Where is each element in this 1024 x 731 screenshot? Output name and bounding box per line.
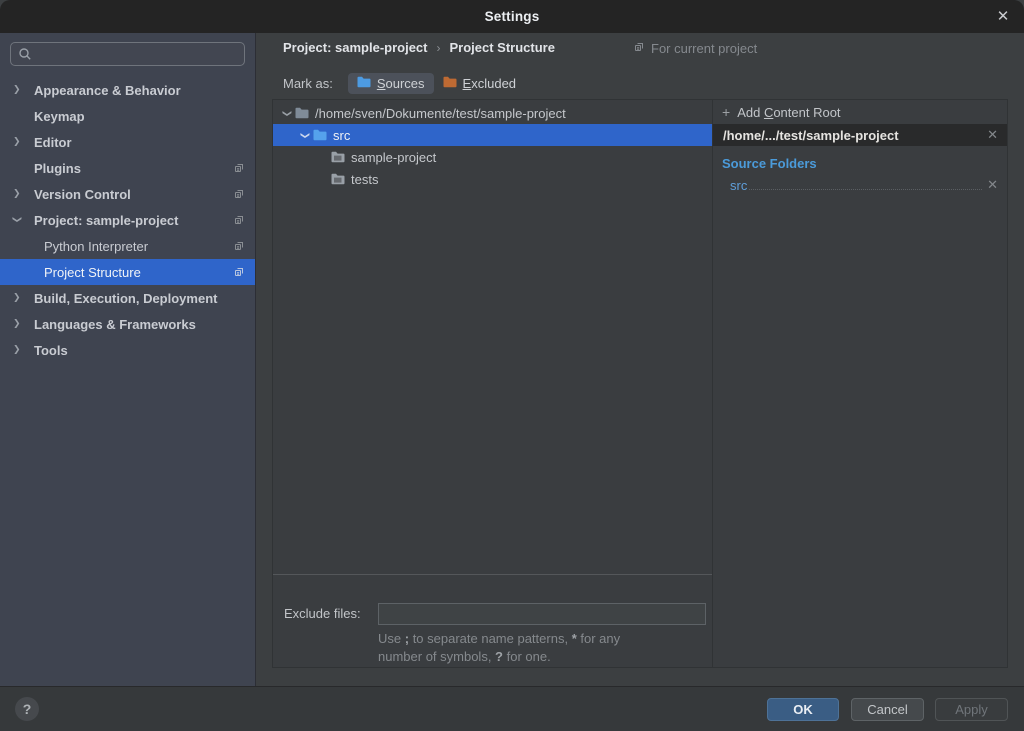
tree-row-tests[interactable]: tests [273,168,712,190]
mark-excluded-button[interactable]: Excluded [434,73,525,94]
mark-sources-label: Sources [377,76,425,91]
title-bar: Settings ✕ [0,0,1024,33]
sidebar-item-label: Project: sample-project [34,213,179,228]
tree-row-sample-project[interactable]: sample-project [273,146,712,168]
per-project-icon [633,41,645,56]
content-tree-column: ❯ /home/sven/Dokumente/test/sample-proje… [273,100,713,667]
sidebar-item-label: Languages & Frameworks [34,317,196,332]
breadcrumb-separator-icon: › [437,41,441,55]
source-folder-row[interactable]: src ✕ [730,175,998,193]
tree-row-label: sample-project [351,150,436,165]
sidebar-item-editor[interactable]: ❯ Editor [0,129,255,155]
sidebar-item-appearance-behavior[interactable]: ❯ Appearance & Behavior [0,77,255,103]
sidebar-item-label: Tools [34,343,68,358]
breadcrumb: Project: sample-project › Project Struct… [283,40,555,55]
remove-content-root-icon[interactable]: ✕ [987,127,998,143]
sidebar-item-tools[interactable]: ❯ Tools [0,337,255,363]
per-project-icon [233,240,245,255]
chevron-right-icon[interactable]: ❯ [13,292,25,303]
exclude-files-hint-line1: Use ; to separate name patterns, * for a… [378,630,620,648]
tree-row-label: src [333,128,350,143]
content-root-path: /home/.../test/sample-project [723,128,899,143]
tree-row-content-root[interactable]: ❯ /home/sven/Dokumente/test/sample-proje… [273,102,712,124]
close-icon[interactable]: ✕ [993,6,1013,26]
cancel-button[interactable]: Cancel [851,698,924,721]
per-project-icon [233,188,245,203]
sidebar-item-keymap[interactable]: Keymap [0,103,255,129]
dialog-title: Settings [485,9,540,24]
chevron-down-icon[interactable]: ❯ [279,108,295,119]
add-content-root-label: Add Content Root [737,105,840,120]
mark-as-toolbar: Mark as: Sources Excluded [283,73,525,94]
add-content-root-button[interactable]: + Add Content Root [713,100,1007,124]
dialog-footer: ? OK Cancel Apply [0,686,1024,731]
exclude-files-hint-line2: number of symbols, ? for one. [378,648,551,666]
exclude-files-section: Exclude files: Use ; to separate name pa… [273,574,712,667]
tree-row-src[interactable]: ❯ src [273,124,712,146]
per-project-icon [233,266,245,281]
folder-source-icon [313,129,327,141]
sidebar-item-label: Editor [34,135,72,150]
folder-icon [331,151,345,163]
sidebar-item-project-structure[interactable]: Project Structure [0,259,255,285]
sidebar-item-label: Appearance & Behavior [34,83,181,98]
apply-button: Apply [935,698,1008,721]
tree-row-label: tests [351,172,378,187]
sidebar-item-label: Version Control [34,187,131,202]
breadcrumb-page: Project Structure [450,40,555,55]
mark-excluded-label: Excluded [463,76,516,91]
breadcrumb-project[interactable]: Project: sample-project [283,40,428,55]
exclude-files-input[interactable] [378,603,706,625]
settings-dialog: { "window": { "title": "Settings", "clos… [0,0,1024,731]
sidebar-item-plugins[interactable]: Plugins [0,155,255,181]
content-roots-column: + Add Content Root /home/.../test/sample… [713,100,1007,667]
folder-excluded-icon [443,76,457,91]
search-icon [18,47,32,64]
scope-note-label: For current project [651,41,757,56]
help-button[interactable]: ? [15,697,39,721]
per-project-icon [233,162,245,177]
sidebar-item-languages-frameworks[interactable]: ❯ Languages & Frameworks [0,311,255,337]
per-project-icon [233,214,245,229]
sidebar-item-label: Plugins [34,161,81,176]
file-tree: ❯ /home/sven/Dokumente/test/sample-proje… [273,100,712,574]
mark-sources-button[interactable]: Sources [348,73,434,94]
mark-as-label: Mark as: [283,76,333,91]
sidebar-item-label: Keymap [34,109,85,124]
folder-icon [295,107,309,119]
chevron-right-icon[interactable]: ❯ [13,344,25,355]
chevron-right-icon[interactable]: ❯ [13,318,25,329]
sidebar-item-build-execution-deployment[interactable]: ❯ Build, Execution, Deployment [0,285,255,311]
chevron-down-icon[interactable]: ❯ [297,130,313,141]
source-folder-name[interactable]: src [730,178,747,193]
sidebar-item-version-control[interactable]: ❯ Version Control [0,181,255,207]
ok-button[interactable]: OK [767,698,839,721]
plus-icon: + [722,105,730,119]
chevron-right-icon[interactable]: ❯ [13,188,25,199]
exclude-files-label: Exclude files: [284,606,361,621]
source-folders-heading: Source Folders [722,156,1007,171]
sidebar-item-label: Project Structure [44,265,141,280]
dotted-leader [749,189,982,190]
folder-sources-icon [357,76,371,91]
sidebar-item-project-sample-project[interactable]: ❯ Project: sample-project [0,207,255,233]
settings-nav: ❯ Appearance & Behavior Keymap ❯ Editor … [0,77,255,363]
search-box [10,42,245,66]
settings-sidebar: ❯ Appearance & Behavior Keymap ❯ Editor … [0,33,256,686]
chevron-right-icon[interactable]: ❯ [13,84,25,95]
content-root-row[interactable]: /home/.../test/sample-project ✕ [713,124,1007,146]
sidebar-item-label: Build, Execution, Deployment [34,291,217,306]
sidebar-item-python-interpreter[interactable]: Python Interpreter [0,233,255,259]
tree-row-label: /home/sven/Dokumente/test/sample-project [315,106,566,121]
chevron-right-icon[interactable]: ❯ [13,136,25,147]
search-input[interactable] [10,42,245,66]
folder-icon [331,173,345,185]
project-structure-panel: ❯ /home/sven/Dokumente/test/sample-proje… [272,99,1008,668]
sidebar-item-label: Python Interpreter [44,239,148,254]
remove-source-folder-icon[interactable]: ✕ [987,177,998,193]
chevron-down-icon[interactable]: ❯ [13,214,25,225]
scope-note: For current project [633,41,757,56]
